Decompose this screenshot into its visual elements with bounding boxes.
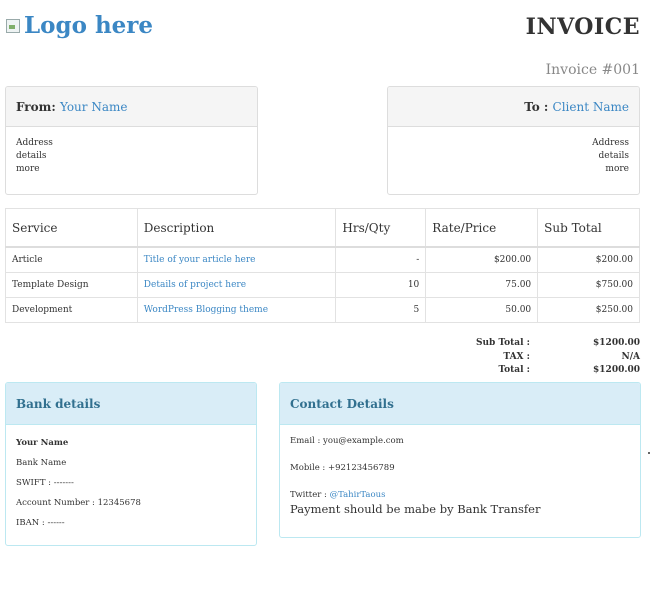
totals-block: Sub Total : $1200.00 TAX : N/A Total : $…: [470, 337, 640, 378]
to-label: To :: [524, 100, 553, 114]
items-table: Service Description Hrs/Qty Rate/Price S…: [5, 208, 640, 323]
address-line: details: [598, 151, 629, 161]
table-header-row: Service Description Hrs/Qty Rate/Price S…: [5, 208, 640, 248]
from-panel: From: Your Name Address details more: [5, 86, 258, 195]
logo: Logo here: [6, 12, 153, 39]
broken-image-icon: [6, 18, 20, 33]
invoice-number: Invoice #001: [545, 62, 640, 78]
column-header: Description: [136, 208, 337, 248]
column-header: Sub Total: [537, 208, 640, 248]
tax-label: TAX :: [503, 351, 530, 362]
contact-details-title: Contact Details: [280, 383, 640, 425]
contact-mobile: Mobile : +92123456789: [290, 463, 395, 473]
address-line: Address: [592, 138, 629, 148]
subtotal-cell: $200.00: [537, 246, 640, 273]
rate-cell: 50.00: [425, 297, 539, 323]
subtotal-cell: $250.00: [537, 297, 640, 323]
service-cell: Article: [5, 246, 138, 273]
bank-account-name: Your Name: [16, 438, 69, 448]
subtotal-cell: $750.00: [537, 272, 640, 298]
address-line: more: [16, 164, 40, 174]
to-panel: To : Client Name Address details more: [387, 86, 640, 195]
invoice-title: INVOICE: [525, 14, 640, 40]
column-header: Hrs/Qty: [335, 208, 427, 248]
total-label: Total :: [498, 365, 530, 375]
rate-cell: $200.00: [425, 246, 539, 273]
bank-details-body: Your Name Bank Name SWIFT : ------- Acco…: [6, 425, 256, 541]
from-address: Address details more: [6, 127, 257, 186]
twitter-label: Twitter :: [290, 490, 330, 500]
address-line: more: [605, 164, 629, 174]
description-link[interactable]: Details of project here: [136, 272, 337, 298]
table-row: Article Title of your article here - $20…: [5, 246, 640, 273]
description-link[interactable]: WordPress Blogging theme: [136, 297, 337, 323]
total-value: $1200.00: [593, 365, 640, 375]
subtotal-label: Sub Total :: [476, 338, 530, 348]
logo-text: Logo here: [24, 12, 154, 39]
rate-cell: 75.00: [425, 272, 539, 298]
service-cell: Template Design: [5, 272, 138, 298]
to-address: Address details more: [388, 127, 639, 186]
table-row: Template Design Details of project here …: [5, 272, 640, 298]
from-name: Your Name: [59, 100, 128, 114]
from-header: From: Your Name: [6, 87, 257, 127]
table-row: Development WordPress Blogging theme 5 5…: [5, 297, 640, 323]
bank-account-number: Account Number : 12345678: [16, 498, 141, 508]
qty-cell: 10: [335, 272, 427, 298]
description-link[interactable]: Title of your article here: [136, 246, 337, 273]
service-cell: Development: [5, 297, 138, 323]
address-line: details: [16, 151, 47, 161]
totals-row: Sub Total : $1200.00: [470, 337, 640, 351]
qty-cell: -: [335, 246, 427, 273]
totals-row: Total : $1200.00: [470, 364, 640, 378]
tax-value: N/A: [621, 351, 641, 362]
column-header: Service: [5, 208, 138, 248]
contact-email: Email : you@example.com: [290, 436, 404, 446]
contact-details-body: Email : you@example.com Mobile : +921234…: [280, 425, 640, 524]
address-line: Address: [16, 138, 53, 148]
totals-row: TAX : N/A: [470, 351, 640, 365]
subtotal-value: $1200.00: [593, 338, 640, 348]
bank-swift: SWIFT : -------: [16, 478, 74, 488]
column-header: Rate/Price: [425, 208, 539, 248]
bank-details-title: Bank details: [6, 383, 256, 425]
contact-details-panel: Contact Details Email : you@example.com …: [279, 382, 641, 538]
qty-cell: 5: [335, 297, 427, 323]
bank-details-panel: Bank details Your Name Bank Name SWIFT :…: [5, 382, 257, 546]
bank-name: Bank Name: [16, 458, 67, 468]
bank-iban: IBAN : ------: [16, 518, 65, 528]
twitter-link[interactable]: @TahirTaous: [330, 490, 386, 500]
from-label: From:: [16, 100, 60, 114]
payment-note: Payment should be mabe by Bank Transfer: [290, 502, 541, 516]
to-name: Client Name: [552, 100, 629, 114]
to-header: To : Client Name: [388, 87, 639, 127]
